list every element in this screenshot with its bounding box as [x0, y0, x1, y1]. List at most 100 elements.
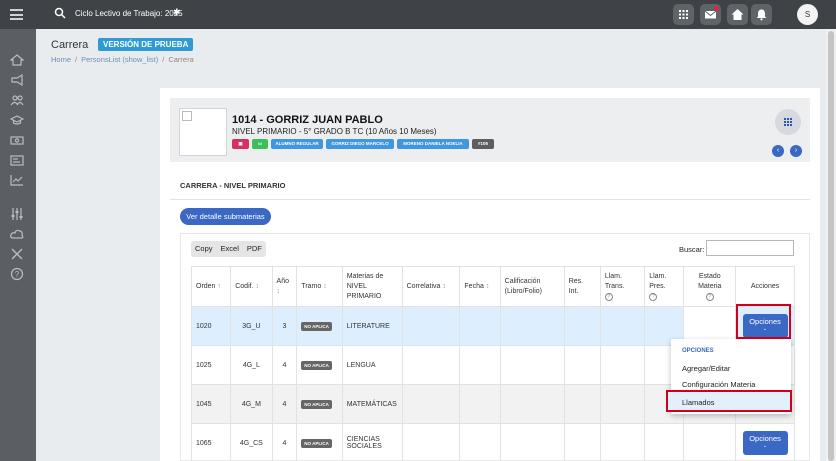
grid-icon [784, 118, 792, 126]
cell-orden: 1045 [190, 384, 232, 424]
col-correlativa[interactable]: Correlativa ↕ [401, 266, 461, 307]
options-button[interactable]: Opciones ⌄ [742, 431, 788, 455]
mail-button[interactable] [700, 4, 721, 25]
monitor-chip-icon[interactable]: ▭ [252, 139, 268, 149]
chart-icon[interactable] [10, 173, 24, 187]
cell-anio: 4 [271, 423, 298, 461]
cell-anio: 4 [271, 384, 298, 424]
col-codif[interactable]: Codif. ↕ [230, 266, 273, 307]
menu-icon[interactable] [10, 9, 23, 20]
tools-icon[interactable] [10, 247, 24, 261]
search-label: Buscar: [679, 245, 705, 254]
student-menu-button[interactable] [775, 109, 801, 135]
tramo-badge: NO APLICA [301, 360, 332, 370]
section-title: CARRERA - NIVEL PRIMARIO [180, 181, 286, 190]
page-title: Carrera [51, 39, 89, 51]
tramo-badge: NO APLICA [301, 438, 332, 448]
help-icon[interactable]: ? [10, 267, 24, 281]
cell-codif: 3G_U [230, 306, 273, 346]
menu-item-agregar-editar[interactable]: Agregar/Editar [682, 364, 730, 373]
previous-student-button[interactable]: ‹ [772, 145, 784, 157]
chevron-left-icon: ‹ [776, 147, 780, 154]
cell-orden: 1065 [190, 423, 232, 461]
cell-codif: 4G_M [230, 384, 273, 424]
top-navbar: Ciclo Lectivo de Trabajo: 2025 ✱ S [0, 0, 836, 29]
users-icon[interactable] [10, 93, 24, 107]
col-res-int[interactable]: Res. Int. [563, 266, 601, 307]
next-student-button[interactable]: › [790, 145, 802, 157]
col-materias[interactable]: Materias de NIVEL PRIMARIO [341, 266, 403, 307]
home-icon [731, 9, 744, 20]
scrollbar-thumb[interactable] [828, 31, 834, 461]
cell-codif: 4G_CS [230, 423, 273, 461]
id-card-icon[interactable] [10, 153, 24, 167]
copy-button[interactable]: Copy [191, 241, 217, 257]
help-icon: ? [649, 292, 658, 301]
cell-orden: 1025 [190, 345, 232, 385]
status-chip: ALUMNO REGULAR [271, 139, 323, 149]
svg-text:?: ? [15, 270, 20, 279]
breadcrumb: Home / PersonsList (show_list) / Carrera [51, 55, 194, 64]
col-llam-pres[interactable]: Llam. Pres.? [644, 266, 685, 307]
cloud-icon[interactable] [10, 227, 24, 241]
home-button[interactable] [727, 4, 748, 25]
graduation-cap-icon[interactable] [10, 113, 24, 127]
sliders-icon[interactable] [10, 207, 24, 221]
col-fecha[interactable]: Fecha ↕ [459, 266, 501, 307]
col-calificacion[interactable]: Calificación (Libro/Folio) [499, 266, 565, 307]
menu-item-llamados[interactable]: Llamados [666, 390, 792, 412]
search-input[interactable] [706, 240, 794, 256]
cell-orden: 1020 [190, 306, 232, 346]
money-icon[interactable] [10, 133, 24, 147]
col-llam-trans[interactable]: Llam. Trans.? [599, 266, 646, 307]
breadcrumb-current: Carrera [168, 55, 194, 64]
student-header: 1014 - GORRIZ JUAN PABLO NIVEL PRIMARIO … [170, 98, 810, 162]
breadcrumb-personslist[interactable]: PersonsList (show_list) [81, 55, 158, 64]
parent-chip: GORRIZ DIEGO MARCELO [326, 139, 394, 149]
options-button-highlight [736, 304, 791, 339]
tramo-badge: NO APLICA [301, 399, 332, 409]
student-name: 1014 - GORRIZ JUAN PABLO [232, 114, 383, 126]
col-anio[interactable]: Año ↕ [271, 266, 298, 307]
home-icon[interactable] [10, 53, 24, 67]
bell-icon [756, 9, 767, 21]
col-acciones: Acciones [735, 266, 795, 307]
col-tramo[interactable]: Tramo ↕ [296, 266, 343, 307]
cell-anio: 4 [271, 345, 298, 385]
export-buttons: Copy Excel PDF [191, 241, 266, 257]
student-level: NIVEL PRIMARIO - 5° GRADO B TC (10 Años … [232, 127, 437, 136]
dropdown-header: OPCIONES [682, 348, 714, 354]
id-card-chip-icon[interactable]: ▣ [232, 139, 249, 149]
table-row[interactable]: 1065 4G_CS 4 NO APLICA CIENCIAS SOCIALES … [190, 423, 795, 461]
version-badge: VERSIÓN DE PRUEBA [98, 38, 194, 51]
menu-item-configuracion-materia[interactable]: Configuración Materia [682, 380, 755, 389]
detail-submaterias-button[interactable]: Ver detalle submaterias [180, 208, 271, 225]
megaphone-icon[interactable] [10, 73, 24, 87]
gear-icon[interactable]: ✱ [173, 7, 181, 18]
cell-materia: CIENCIAS SOCIALES [341, 423, 403, 461]
apps-button[interactable] [673, 4, 694, 25]
parent-chip: MORENO DANIELA NOELIA [397, 139, 469, 149]
cycle-label: Ciclo Lectivo de Trabajo: 2025 [75, 9, 183, 18]
cell-codif: 4G_L [230, 345, 273, 385]
col-estado[interactable]: Estado Materia? [683, 266, 737, 307]
excel-button[interactable]: Excel [217, 241, 243, 257]
col-orden[interactable]: Orden ↑ [190, 266, 232, 307]
notifications-button[interactable] [751, 4, 772, 25]
student-photo [179, 108, 227, 156]
number-chip: #105 [472, 139, 494, 149]
help-icon: ? [705, 292, 714, 301]
table-header: Orden ↑ Codif. ↕ Año ↕ Tramo ↕ Materias … [190, 266, 795, 307]
search-icon[interactable] [54, 7, 66, 19]
cell-materia: MATEMÁTICAS [341, 384, 403, 424]
pdf-button[interactable]: PDF [243, 241, 266, 257]
divider [170, 199, 810, 200]
cell-materia: LITERATURE [341, 306, 403, 346]
grid-icon [679, 10, 688, 19]
breadcrumb-home[interactable]: Home [51, 55, 71, 64]
sidebar: ? [0, 29, 36, 461]
caret-down-icon: ⌄ [762, 443, 768, 449]
scrollbar[interactable] [826, 29, 836, 461]
avatar[interactable]: S [797, 4, 818, 25]
tramo-badge: NO APLICA [301, 321, 332, 331]
